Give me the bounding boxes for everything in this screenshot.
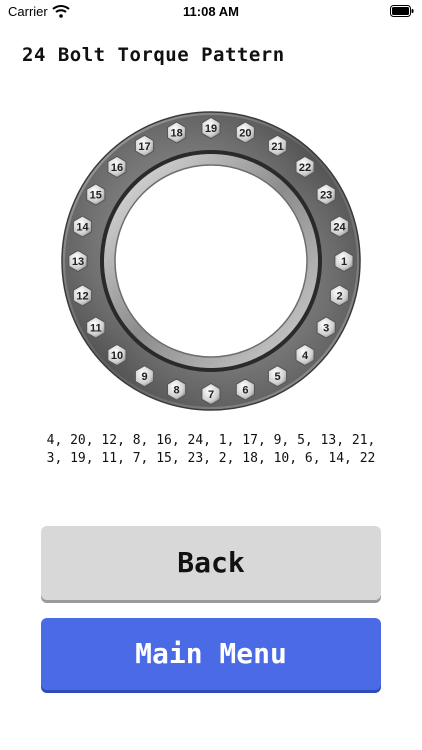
bolt-1: 1 xyxy=(334,249,354,273)
bolt-2: 2 xyxy=(329,284,350,307)
sequence-line-1: 4, 20, 12, 8, 16, 24, 1, 17, 9, 5, 13, 2… xyxy=(46,433,376,448)
bolt-label-2: 2 xyxy=(336,290,342,302)
bolt-16: 16 xyxy=(107,155,127,179)
bolt-21: 21 xyxy=(267,134,288,157)
bolt-8: 8 xyxy=(167,378,187,401)
bolt-label-19: 19 xyxy=(205,123,217,135)
bolt-label-16: 16 xyxy=(111,162,123,174)
bolt-label-6: 6 xyxy=(242,385,248,397)
bolt-18: 18 xyxy=(167,121,187,144)
bolt-24: 24 xyxy=(329,215,350,238)
bolt-label-23: 23 xyxy=(320,190,332,202)
bolt-14: 14 xyxy=(72,215,93,238)
bolt-4: 4 xyxy=(295,343,315,367)
bolt-20: 20 xyxy=(235,121,255,144)
bolt-label-17: 17 xyxy=(138,141,150,153)
bolt-label-4: 4 xyxy=(302,350,309,362)
bolt-label-24: 24 xyxy=(333,222,346,234)
back-button[interactable]: Back xyxy=(41,526,381,600)
bolt-15: 15 xyxy=(86,183,106,206)
bolt-17: 17 xyxy=(134,134,155,157)
bolt-5: 5 xyxy=(267,365,288,388)
bolt-10: 10 xyxy=(107,343,127,367)
bolt-label-7: 7 xyxy=(208,389,214,401)
bolt-label-22: 22 xyxy=(299,162,311,174)
bolt-label-1: 1 xyxy=(341,256,347,268)
bolt-label-18: 18 xyxy=(170,128,182,140)
flange-bore xyxy=(114,164,308,358)
bolt-23: 23 xyxy=(316,183,336,206)
bolt-label-9: 9 xyxy=(141,371,147,383)
bolt-label-8: 8 xyxy=(174,385,180,397)
bolt-9: 9 xyxy=(134,365,155,388)
bolt-label-3: 3 xyxy=(323,323,329,335)
bolt-11: 11 xyxy=(86,316,106,339)
bolt-label-11: 11 xyxy=(90,323,102,335)
bolt-label-20: 20 xyxy=(239,128,251,140)
sequence-line-2: 3, 19, 11, 7, 15, 23, 2, 18, 10, 6, 14, … xyxy=(46,451,376,466)
bolt-label-21: 21 xyxy=(271,141,283,153)
bolt-label-10: 10 xyxy=(111,350,123,362)
bolt-label-14: 14 xyxy=(76,222,89,234)
main-menu-button[interactable]: Main Menu xyxy=(41,618,381,690)
bolt-22: 22 xyxy=(295,155,315,179)
bolt-7: 7 xyxy=(201,382,221,406)
bolt-label-5: 5 xyxy=(274,371,280,383)
bolt-6: 6 xyxy=(235,378,255,401)
bolt-19: 19 xyxy=(201,116,221,140)
bolt-label-13: 13 xyxy=(72,256,84,268)
bolt-label-15: 15 xyxy=(90,190,102,202)
bolt-3: 3 xyxy=(316,316,336,339)
bolt-label-12: 12 xyxy=(76,290,88,302)
flange-diagram: 123456789101112131415161718 19 2021222324 xyxy=(61,111,361,411)
bolt-13: 13 xyxy=(68,249,88,273)
tightening-sequence: 4, 20, 12, 8, 16, 24, 1, 17, 9, 5, 13, 2… xyxy=(0,432,422,468)
bolt-12: 12 xyxy=(72,284,93,307)
